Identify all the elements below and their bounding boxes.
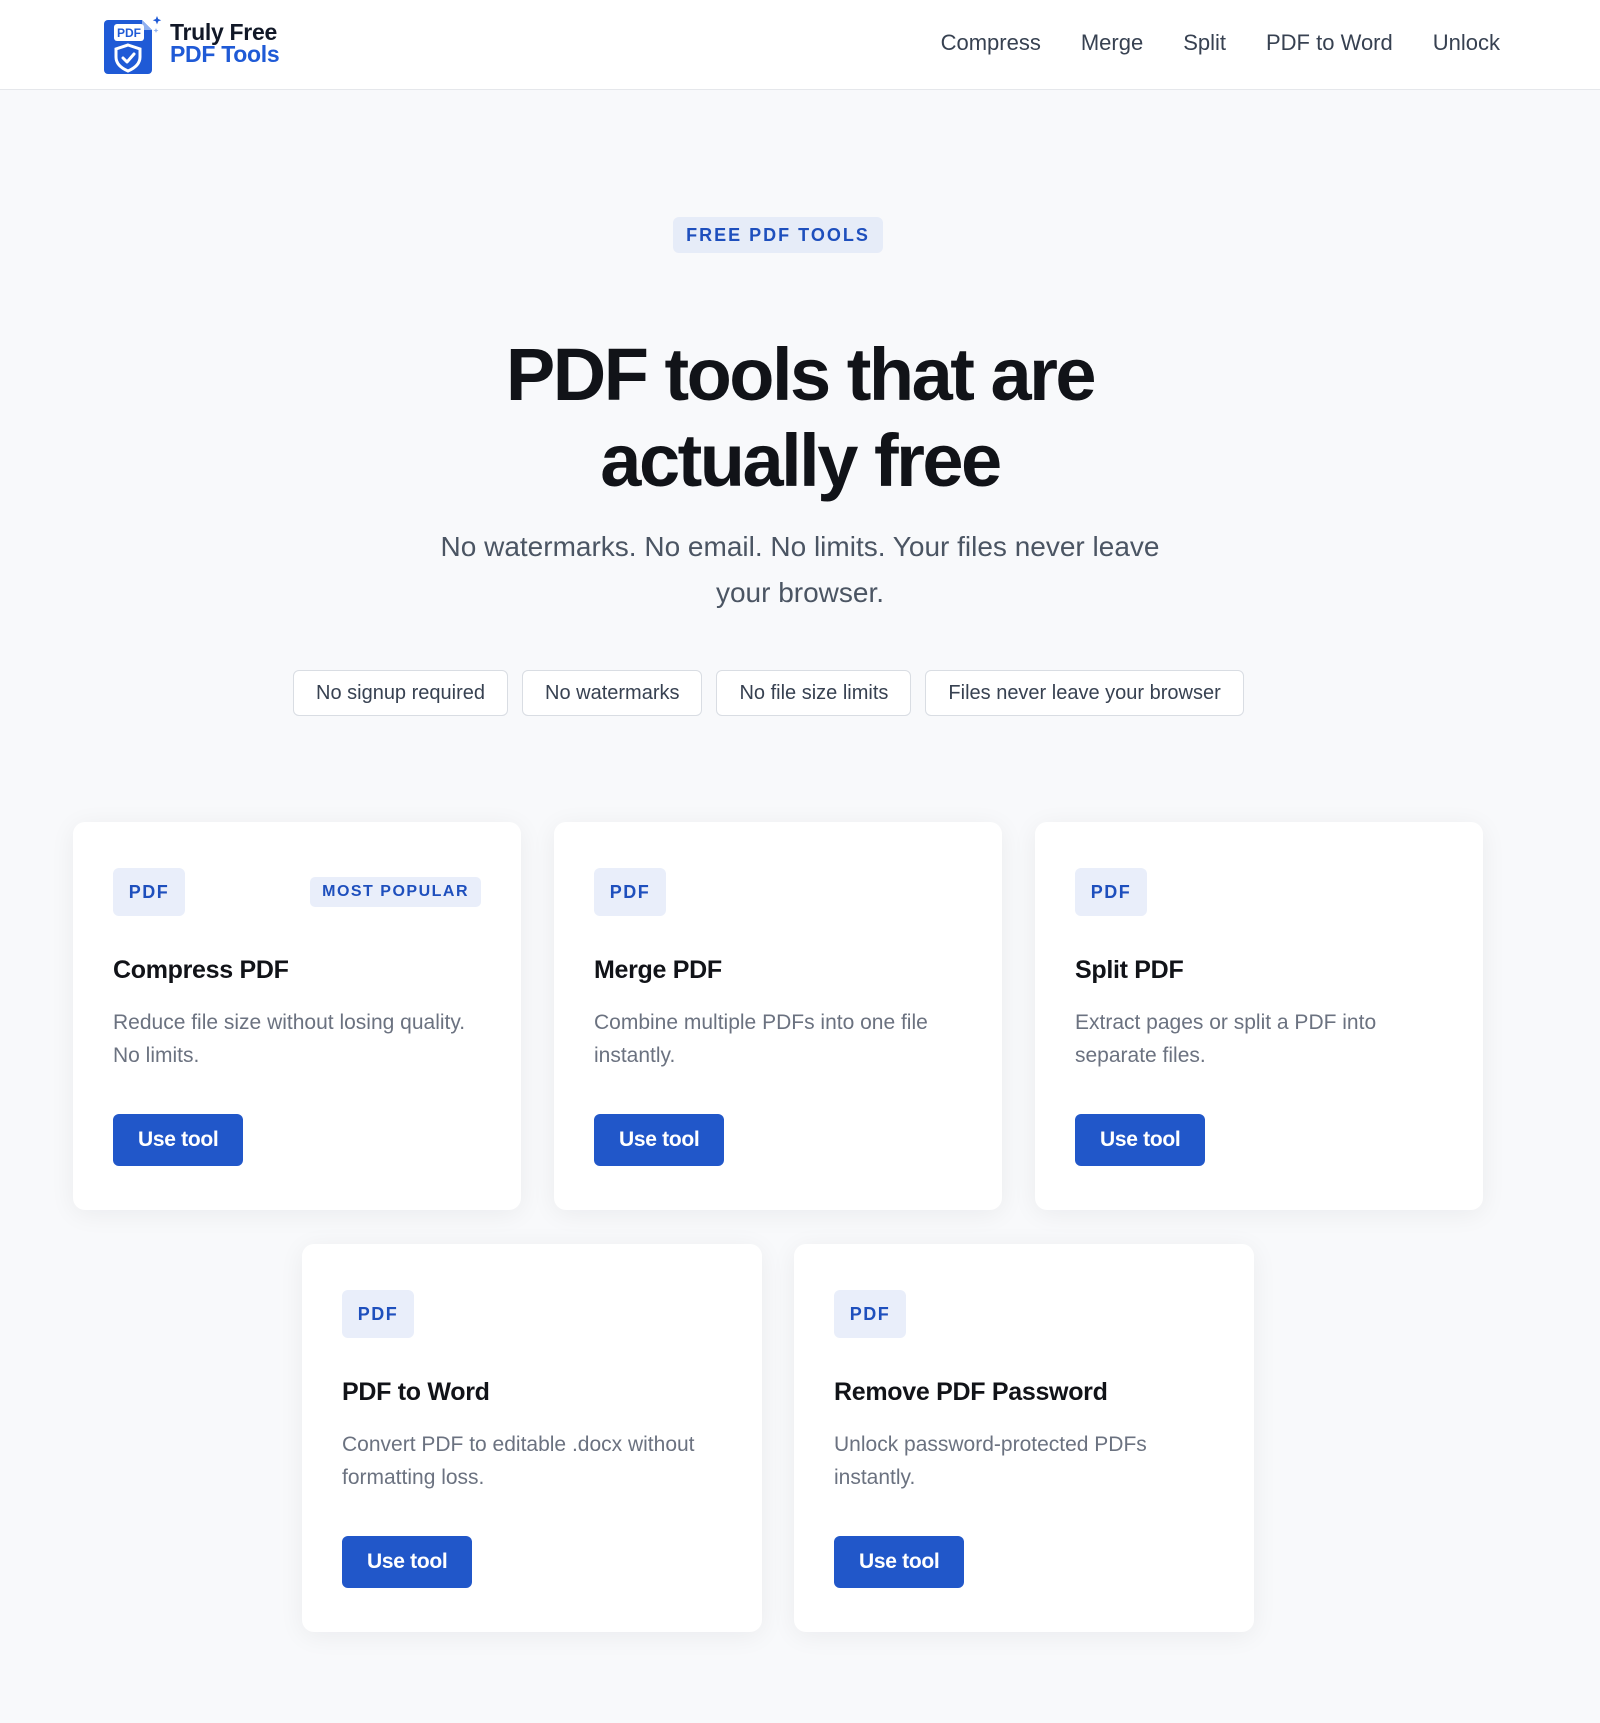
hero-subtitle-line1: No watermarks. No email. No limits. Your… bbox=[440, 531, 1160, 562]
nav-pdf-to-word[interactable]: PDF to Word bbox=[1266, 28, 1393, 58]
tool-card-split: PDF Split PDF Extract pages or split a P… bbox=[1035, 822, 1483, 1210]
hero-title: PDF tools that are actually free bbox=[300, 332, 1300, 504]
use-tool-button-pdf-to-word[interactable]: Use tool bbox=[342, 1536, 473, 1588]
tool-description-line2: instantly. bbox=[834, 1466, 916, 1489]
tool-description-line2: No limits. bbox=[113, 1044, 200, 1067]
tool-description-line2: separate files. bbox=[1075, 1044, 1206, 1067]
tool-title: PDF to Word bbox=[342, 1378, 490, 1406]
tool-description-line1: Combine multiple PDFs into one file bbox=[594, 1011, 928, 1034]
site-header: PDF Truly Free PDF Tools Compress Merge … bbox=[0, 0, 1600, 90]
use-tool-button-compress[interactable]: Use tool bbox=[113, 1114, 244, 1166]
tool-card-remove-password: PDF Remove PDF Password Unlock password-… bbox=[794, 1244, 1254, 1632]
pdf-badge: PDF bbox=[594, 868, 666, 916]
tool-description: Convert PDF to editable .docx without fo… bbox=[342, 1428, 722, 1494]
nav-unlock[interactable]: Unlock bbox=[1433, 28, 1500, 58]
tool-description: Unlock password-protected PDFs instantly… bbox=[834, 1428, 1214, 1494]
most-popular-badge: MOST POPULAR bbox=[310, 877, 481, 907]
pdf-shield-icon: PDF bbox=[100, 14, 162, 74]
tool-title: Remove PDF Password bbox=[834, 1378, 1108, 1406]
chip-no-watermarks: No watermarks bbox=[522, 670, 703, 716]
brand-line2: PDF Tools bbox=[170, 41, 280, 67]
tool-description-line2: formatting loss. bbox=[342, 1466, 485, 1489]
tool-card-merge: PDF Merge PDF Combine multiple PDFs into… bbox=[554, 822, 1002, 1210]
feature-chips: No signup required No watermarks No file… bbox=[293, 670, 1244, 716]
tool-description-line1: Reduce file size without losing quality. bbox=[113, 1011, 466, 1034]
brand-logo[interactable]: PDF Truly Free PDF Tools bbox=[100, 14, 280, 74]
hero-subtitle-line2: your browser. bbox=[715, 577, 885, 608]
hero-title-line1: PDF tools that are bbox=[505, 333, 1097, 416]
pdf-badge: PDF bbox=[342, 1290, 414, 1338]
chip-no-signup: No signup required bbox=[293, 670, 508, 716]
svg-text:PDF: PDF bbox=[117, 26, 141, 40]
main-nav: Compress Merge Split PDF to Word Unlock bbox=[941, 28, 1500, 58]
use-tool-button-split[interactable]: Use tool bbox=[1075, 1114, 1206, 1166]
pdf-badge: PDF bbox=[834, 1290, 906, 1338]
use-tool-button-remove-password[interactable]: Use tool bbox=[834, 1536, 965, 1588]
tool-description: Reduce file size without losing quality.… bbox=[113, 1006, 493, 1072]
brand-wordmark: Truly Free PDF Tools bbox=[170, 19, 280, 67]
hero-subtitle: No watermarks. No email. No limits. Your… bbox=[380, 524, 1220, 616]
tool-description-line1: Extract pages or split a PDF into bbox=[1075, 1011, 1377, 1034]
hero-eyebrow-badge: FREE PDF TOOLS bbox=[673, 217, 883, 253]
tool-description-line1: Convert PDF to editable .docx without bbox=[342, 1433, 695, 1456]
pdf-badge: PDF bbox=[113, 868, 185, 916]
tool-title: Merge PDF bbox=[594, 956, 722, 984]
hero-title-line2: actually free bbox=[600, 419, 1002, 502]
tool-description-line1: Unlock password-protected PDFs bbox=[834, 1433, 1147, 1456]
tool-title: Compress PDF bbox=[113, 956, 289, 984]
brand-line1: Truly Free bbox=[170, 19, 277, 45]
nav-compress[interactable]: Compress bbox=[941, 28, 1041, 58]
chip-no-size-limits: No file size limits bbox=[716, 670, 912, 716]
use-tool-button-merge[interactable]: Use tool bbox=[594, 1114, 725, 1166]
nav-merge[interactable]: Merge bbox=[1081, 28, 1143, 58]
nav-split[interactable]: Split bbox=[1183, 28, 1226, 58]
tool-title: Split PDF bbox=[1075, 956, 1184, 984]
tool-description-line2: instantly. bbox=[594, 1044, 676, 1067]
tool-card-compress: PDF MOST POPULAR Compress PDF Reduce fil… bbox=[73, 822, 521, 1210]
pdf-badge: PDF bbox=[1075, 868, 1147, 916]
tool-description: Combine multiple PDFs into one file inst… bbox=[594, 1006, 974, 1072]
tool-card-pdf-to-word: PDF PDF to Word Convert PDF to editable … bbox=[302, 1244, 762, 1632]
chip-files-local: Files never leave your browser bbox=[925, 670, 1244, 716]
tool-description: Extract pages or split a PDF into separa… bbox=[1075, 1006, 1455, 1072]
